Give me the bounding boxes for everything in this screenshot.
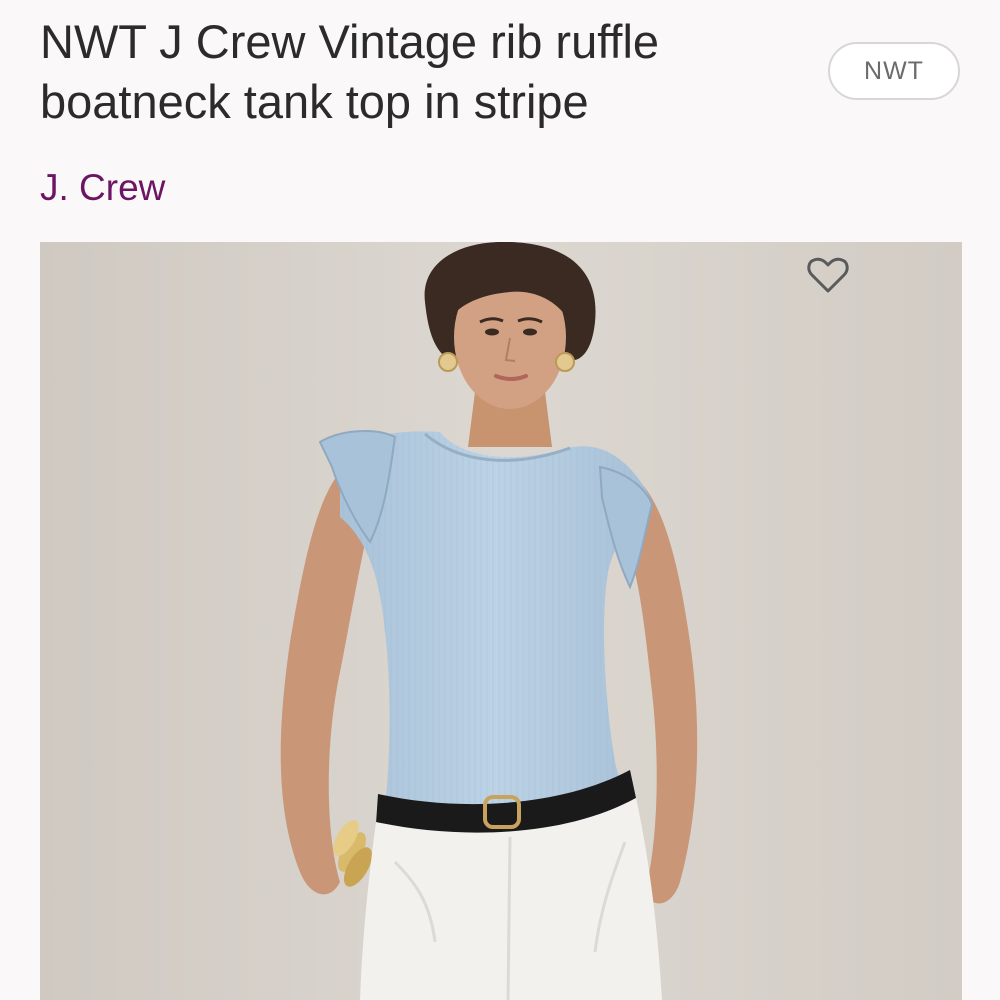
brand-link[interactable]: J. Crew [40, 166, 165, 210]
product-photo[interactable] [40, 242, 962, 1000]
earring-left [438, 352, 458, 372]
earring-right [555, 352, 575, 372]
listing-title: NWT J Crew Vintage rib ruffle boatneck t… [40, 15, 660, 128]
heart-outline-icon [807, 257, 849, 293]
favorite-button[interactable] [806, 255, 850, 295]
listing-page: NWT J Crew Vintage rib ruffle boatneck t… [0, 0, 1000, 1000]
product-photo-illustration [40, 242, 962, 1000]
condition-badge: NWT [828, 42, 960, 100]
